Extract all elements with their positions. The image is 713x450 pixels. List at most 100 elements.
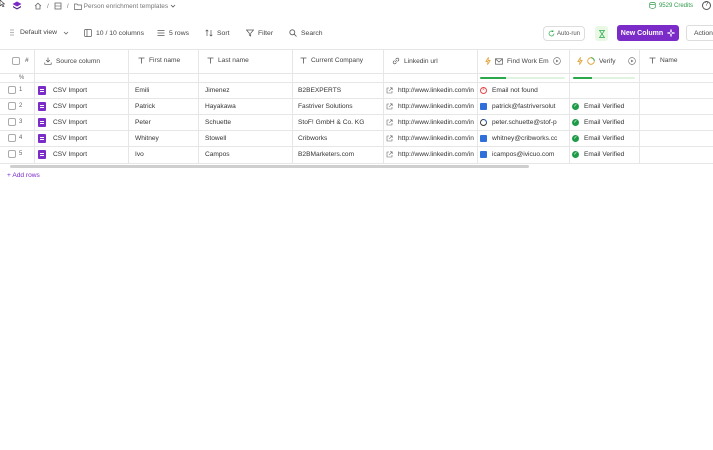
first-name-cell[interactable]: Whitney — [135, 130, 159, 146]
email-value: Email not found — [492, 86, 538, 94]
table-row[interactable]: 5 CSV Import Ivo Campos B2BMarketers.com http… — [0, 146, 713, 162]
verify-progress — [573, 77, 635, 79]
column-header-find-email[interactable]: Find Work Em — [485, 57, 567, 65]
verify-cell[interactable]: ✓ Email Verified — [572, 114, 624, 130]
first-name-cell[interactable]: Emili — [135, 82, 149, 98]
first-name-cell[interactable]: Patrick — [135, 98, 155, 114]
last-name-cell[interactable]: Schuette — [205, 114, 231, 130]
bolt-icon — [485, 57, 491, 65]
last-name-cell[interactable]: Jimenez — [205, 82, 230, 98]
find-email-cell[interactable]: × Email not found — [480, 82, 568, 98]
select-all-checkbox[interactable] — [12, 57, 20, 65]
auto-run-button[interactable]: Auto-run — [543, 26, 585, 41]
table-icon[interactable] — [54, 2, 62, 10]
verify-cell[interactable]: ✓ Email Verified — [572, 130, 624, 146]
column-header-first-name[interactable]: First name — [138, 57, 180, 64]
last-name-cell[interactable]: Stowell — [205, 130, 226, 146]
table-row[interactable]: 3 CSV Import Peter Schuette StoF! GmbH & Co.… — [0, 114, 713, 130]
verify-cell[interactable]: ✓ Email Verified — [572, 146, 624, 162]
hourglass-button[interactable] — [595, 26, 608, 41]
first-name-cell[interactable]: Ivo — [135, 146, 144, 162]
linkedin-cell[interactable]: http://www.linkedin.com/in — [386, 82, 476, 98]
search-button[interactable]: Search — [289, 29, 323, 37]
row-checkbox-cell[interactable] — [8, 146, 16, 162]
header-select-all[interactable] — [12, 57, 20, 65]
row-checkbox[interactable] — [8, 102, 16, 110]
check-icon: ✓ — [572, 134, 579, 142]
linkedin-cell[interactable]: http://www.linkedin.com/in — [386, 146, 476, 162]
name-cell[interactable] — [642, 82, 712, 98]
row-checkbox[interactable] — [8, 86, 16, 94]
external-link-icon[interactable] — [386, 135, 393, 142]
name-cell[interactable] — [642, 130, 712, 146]
linkedin-cell[interactable]: http://www.linkedin.com/in — [386, 98, 476, 114]
find-email-progress — [480, 77, 565, 79]
table-row[interactable]: 2 CSV Import Patrick Hayakawa Fastriver Solu… — [0, 98, 713, 114]
linkedin-cell[interactable]: http://www.linkedin.com/in — [386, 130, 476, 146]
last-name-cell[interactable]: Hayakawa — [205, 98, 236, 114]
source-cell[interactable]: CSV Import — [38, 98, 87, 114]
source-cell[interactable]: CSV Import — [38, 114, 87, 130]
company-cell[interactable]: B2BEXPERTS — [298, 82, 382, 98]
table-row[interactable]: 1 CSV Import Emili Jimenez B2BEXPERTS http://… — [0, 82, 713, 98]
name-cell[interactable] — [642, 146, 712, 162]
row-number: 3 — [19, 119, 23, 125]
row-checkbox[interactable] — [8, 150, 16, 158]
column-header-company[interactable]: Current Company — [300, 57, 363, 64]
row-checkbox-cell[interactable] — [8, 130, 16, 146]
first-name-cell[interactable]: Peter — [135, 114, 151, 130]
column-header-linkedin[interactable]: Linkedin url — [392, 57, 438, 65]
external-link-icon[interactable] — [386, 103, 393, 110]
source-cell[interactable]: CSV Import — [38, 130, 87, 146]
column-header-verify[interactable]: Verify — [577, 57, 637, 65]
linkedin-cell[interactable]: http://www.linkedin.com/in — [386, 114, 476, 130]
name-cell[interactable] — [642, 114, 712, 130]
rows-button[interactable]: 5 rows — [157, 29, 189, 37]
find-email-cell[interactable]: peter.schuette@stof-p — [480, 114, 568, 130]
source-cell[interactable]: CSV Import — [38, 146, 87, 162]
play-icon[interactable] — [552, 57, 561, 65]
columns-button[interactable]: 10 / 10 columns — [84, 29, 144, 37]
sort-button[interactable]: Sort — [205, 29, 229, 37]
column-header-name[interactable]: Name — [649, 57, 678, 64]
row-checkbox-cell[interactable] — [8, 82, 16, 98]
source-value: CSV Import — [53, 150, 88, 158]
row-checkbox[interactable] — [8, 118, 16, 126]
table-row[interactable]: 4 CSV Import Whitney Stowell Cribworks http:/… — [0, 130, 713, 146]
email-value: icampos@ivicuo.com — [492, 150, 555, 158]
filter-button[interactable]: Filter — [246, 29, 273, 37]
credits-indicator[interactable]: 9529 Credits — [649, 2, 693, 9]
source-cell[interactable]: CSV Import — [38, 82, 87, 98]
add-rows-link[interactable]: + Add rows — [7, 172, 40, 179]
find-email-cell[interactable]: patrick@fastriversolut — [480, 98, 568, 114]
drag-handle-icon — [10, 29, 14, 36]
company-cell[interactable]: Fastriver Solutions — [298, 98, 382, 114]
play-icon[interactable] — [627, 57, 636, 65]
help-icon[interactable]: ? — [702, 1, 711, 10]
row-checkbox[interactable] — [8, 134, 16, 142]
company-cell[interactable]: Cribworks — [298, 130, 382, 146]
horizontal-scrollbar[interactable] — [10, 165, 529, 168]
row-checkbox-cell[interactable] — [8, 98, 16, 114]
external-link-icon[interactable] — [386, 151, 393, 158]
external-link-icon[interactable] — [386, 87, 393, 94]
view-selector[interactable]: Default view — [10, 29, 69, 36]
name-cell[interactable] — [642, 98, 712, 114]
row-checkbox-cell[interactable] — [8, 114, 16, 130]
external-link-icon[interactable] — [386, 119, 393, 126]
app-logo-icon[interactable] — [12, 1, 22, 11]
column-header-source[interactable]: Source column — [44, 57, 100, 65]
company-cell[interactable]: B2BMarketers.com — [298, 146, 382, 162]
company-cell[interactable]: StoF! GmbH & Co. KG — [298, 114, 382, 130]
folder-icon — [73, 3, 82, 10]
verify-cell[interactable]: ✓ Email Verified — [572, 98, 624, 114]
find-email-cell[interactable]: whitney@cribworks.cc — [480, 130, 568, 146]
new-column-button[interactable]: New Column — [617, 25, 679, 41]
breadcrumb-folder[interactable]: Person enrichment templates — [84, 3, 169, 10]
action-button[interactable]: Action — [686, 25, 713, 41]
chevron-down-icon[interactable] — [170, 3, 176, 9]
find-email-cell[interactable]: icampos@ivicuo.com — [480, 146, 568, 162]
last-name-cell[interactable]: Campos — [205, 146, 230, 162]
column-header-last-name[interactable]: Last name — [207, 57, 249, 64]
home-icon[interactable] — [34, 2, 42, 10]
